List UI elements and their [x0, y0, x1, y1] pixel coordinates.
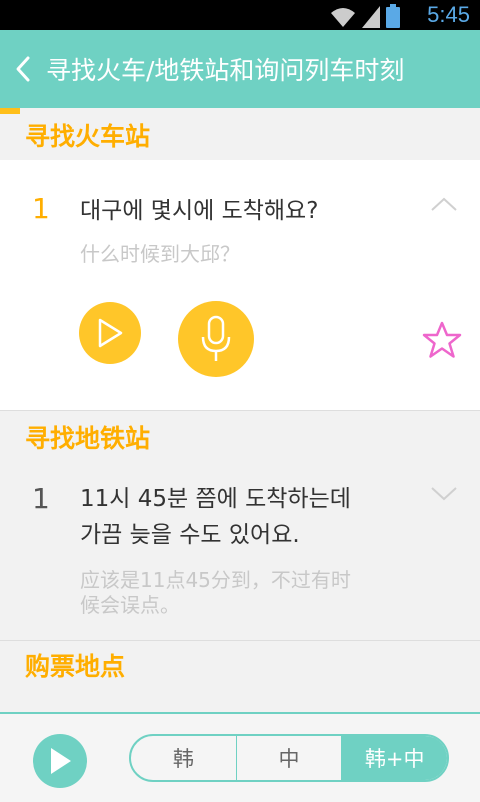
back-arrow-icon — [16, 56, 30, 82]
segment-chinese[interactable]: 中 — [237, 736, 343, 780]
play-icon — [98, 318, 123, 348]
section-header-subway-station: 寻找地铁站 — [25, 424, 151, 453]
status-icons — [330, 4, 400, 28]
bottom-toolbar: 韩 中 韩+中 — [0, 712, 480, 802]
phrase-chinese-line2: 候会误点。 — [80, 593, 180, 617]
phrase-number: 1 — [32, 192, 50, 225]
section-header-train-station: 寻找火车站 — [25, 122, 151, 151]
play-phrase-button[interactable] — [79, 302, 141, 364]
section-header-ticket-office: 购票地点 — [25, 652, 126, 681]
phrase-korean-line2: 가끔 늦을 수도 있어요. — [80, 522, 300, 548]
phrase-number: 1 — [32, 482, 50, 515]
phrase-card-expanded[interactable]: 1 대구에 몇시에 도착해요? 什么时候到大邱？ — [0, 160, 480, 410]
play-all-button[interactable] — [33, 734, 87, 788]
accent-strip — [0, 108, 20, 114]
battery-icon — [386, 4, 400, 28]
chevron-down-icon[interactable] — [430, 486, 458, 502]
phrase-chinese: 什么时候到大邱？ — [80, 242, 240, 266]
star-icon[interactable] — [422, 321, 462, 359]
phrase-card-collapsed[interactable]: 1 11시 45분 쯤에 도착하는데 가끔 늦을 수도 있어요. 应该是11点4… — [0, 462, 480, 640]
divider — [0, 410, 480, 411]
status-time: 5:45 — [427, 2, 470, 27]
back-button[interactable] — [0, 30, 46, 108]
divider — [0, 640, 480, 641]
language-toggle: 韩 中 韩+中 — [129, 734, 449, 782]
page-title: 寻找火车/地铁站和询问列车时刻 — [46, 56, 405, 85]
phrase-korean: 대구에 몇시에 도착해요? — [80, 198, 319, 224]
microphone-icon — [201, 315, 231, 361]
signal-icon — [362, 6, 380, 28]
record-button[interactable] — [178, 301, 254, 377]
segment-korean[interactable]: 韩 — [131, 736, 237, 780]
play-icon — [51, 748, 71, 774]
phrase-chinese-line1: 应该是11点45分到，不过有时 — [80, 568, 351, 592]
phrase-korean-line1: 11시 45분 쯤에 도착하는데 — [80, 486, 351, 512]
segment-korean-chinese[interactable]: 韩+中 — [342, 736, 447, 780]
status-bar: 5:45 — [0, 0, 480, 30]
chevron-up-icon[interactable] — [430, 196, 458, 212]
wifi-icon — [331, 8, 355, 27]
app-bar: 寻找火车/地铁站和询问列车时刻 — [0, 30, 480, 108]
